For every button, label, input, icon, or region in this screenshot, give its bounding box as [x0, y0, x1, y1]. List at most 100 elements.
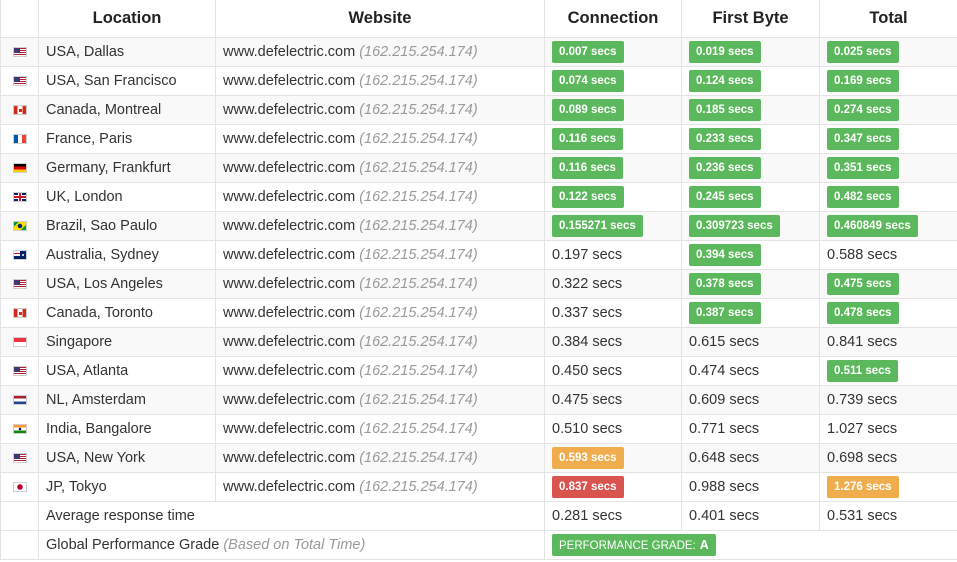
green-time-badge: 0.309723 secs [689, 215, 780, 237]
total-cell: 0.698 secs [819, 443, 957, 473]
website-ip: (162.215.254.174) [359, 305, 478, 321]
flag-fr-icon [12, 134, 27, 145]
location-cell: USA, Atlanta [38, 356, 216, 386]
grade-badge-cell: PERFORMANCE GRADE: A [544, 530, 957, 560]
time-value: 0.698 secs [827, 450, 898, 466]
total-cell: 0.351 secs [819, 153, 957, 183]
first-byte-cell: 0.124 secs [681, 66, 820, 96]
website-ip: (162.215.254.174) [359, 276, 478, 292]
website-host: www.defelectric.com [223, 73, 356, 89]
website-ip: (162.215.254.174) [359, 363, 478, 379]
time-value: 0.197 secs [552, 247, 623, 263]
website-ip: (162.215.254.174) [359, 392, 478, 408]
time-value: 1.027 secs [827, 421, 898, 437]
time-value: 0.841 secs [827, 334, 898, 350]
website-host: www.defelectric.com [223, 102, 356, 118]
flag-sg-icon [12, 337, 27, 348]
website-host: www.defelectric.com [223, 334, 356, 350]
website-ip: (162.215.254.174) [359, 450, 478, 466]
website-cell: www.defelectric.com (162.215.254.174) [215, 124, 545, 154]
website-host: www.defelectric.com [223, 44, 356, 60]
green-time-badge: 0.387 secs [689, 302, 761, 324]
time-value: 0.474 secs [689, 363, 760, 379]
red-time-badge: 0.837 secs [552, 476, 624, 498]
website-host: www.defelectric.com [223, 392, 356, 408]
website-ip: (162.215.254.174) [359, 218, 478, 234]
table-row: UK, London www.defelectric.com (162.215.2… [0, 182, 957, 212]
green-time-badge: 0.185 secs [689, 99, 761, 121]
grade-note: (Based on Total Time) [223, 537, 366, 553]
time-value: 0.384 secs [552, 334, 623, 350]
flag-us-icon [12, 47, 27, 58]
total-cell: 0.841 secs [819, 327, 957, 357]
green-time-badge: 0.475 secs [827, 273, 899, 295]
table-row: USA, Los Angeles www.defelectric.com (162… [0, 269, 957, 299]
green-time-badge: 0.233 secs [689, 128, 761, 150]
website-cell: www.defelectric.com (162.215.254.174) [215, 37, 545, 67]
website-cell: www.defelectric.com (162.215.254.174) [215, 472, 545, 502]
location-cell: NL, Amsterdam [38, 385, 216, 415]
first-byte-cell: 0.185 secs [681, 95, 820, 125]
first-byte-cell: 0.233 secs [681, 124, 820, 154]
website-ip: (162.215.254.174) [359, 44, 478, 60]
first-byte-cell: 0.988 secs [681, 472, 820, 502]
location-cell: USA, San Francisco [38, 66, 216, 96]
connection-cell: 0.122 secs [544, 182, 682, 212]
green-time-badge: 0.169 secs [827, 70, 899, 92]
first-byte-cell: 0.474 secs [681, 356, 820, 386]
location-cell: Canada, Toronto [38, 298, 216, 328]
header-connection[interactable]: Connection [544, 0, 682, 38]
connection-cell: 0.116 secs [544, 153, 682, 183]
website-cell: www.defelectric.com (162.215.254.174) [215, 327, 545, 357]
green-time-badge: 0.460849 secs [827, 215, 918, 237]
time-value: 0.588 secs [827, 247, 898, 263]
table-row: USA, Atlanta www.defelectric.com (162.215… [0, 356, 957, 386]
first-byte-cell: 0.615 secs [681, 327, 820, 357]
table-row: Canada, Toronto www.defelectric.com (162.… [0, 298, 957, 328]
header-location[interactable]: Location [38, 0, 216, 38]
total-cell: 1.276 secs [819, 472, 957, 502]
average-first-byte: 0.401 secs [681, 501, 820, 531]
header-total[interactable]: Total [819, 0, 957, 38]
location-cell: Canada, Montreal [38, 95, 216, 125]
time-value: 0.322 secs [552, 276, 623, 292]
header-website[interactable]: Website [215, 0, 545, 38]
first-byte-cell: 0.245 secs [681, 182, 820, 212]
website-cell: www.defelectric.com (162.215.254.174) [215, 385, 545, 415]
response-time-table: Location Website Connection First Byte T… [0, 0, 957, 560]
table-row: Canada, Montreal www.defelectric.com (162… [0, 95, 957, 125]
total-cell: 0.460849 secs [819, 211, 957, 241]
green-time-badge: 0.347 secs [827, 128, 899, 150]
total-cell: 0.739 secs [819, 385, 957, 415]
green-time-badge: 0.116 secs [552, 157, 623, 179]
connection-cell: 0.384 secs [544, 327, 682, 357]
connection-cell: 0.089 secs [544, 95, 682, 125]
website-ip: (162.215.254.174) [359, 189, 478, 205]
location-cell: UK, London [38, 182, 216, 212]
table-row: USA, New York www.defelectric.com (162.21… [0, 443, 957, 473]
table-row: Australia, Sydney www.defelectric.com (16… [0, 240, 957, 270]
location-cell: Australia, Sydney [38, 240, 216, 270]
green-time-badge: 0.351 secs [827, 157, 899, 179]
green-time-badge: 0.478 secs [827, 302, 899, 324]
connection-cell: 0.116 secs [544, 124, 682, 154]
total-cell: 0.025 secs [819, 37, 957, 67]
header-first-byte[interactable]: First Byte [681, 0, 820, 38]
table-row: Germany, Frankfurt www.defelectric.com (1… [0, 153, 957, 183]
website-cell: www.defelectric.com (162.215.254.174) [215, 95, 545, 125]
flag-us-icon [12, 76, 27, 87]
time-value: 0.615 secs [689, 334, 760, 350]
green-time-badge: 0.122 secs [552, 186, 624, 208]
time-value: 0.739 secs [827, 392, 898, 408]
website-ip: (162.215.254.174) [359, 247, 478, 263]
total-cell: 0.588 secs [819, 240, 957, 270]
green-time-badge: 0.007 secs [552, 41, 624, 63]
website-host: www.defelectric.com [223, 189, 356, 205]
time-value: 0.450 secs [552, 363, 623, 379]
connection-cell: 0.593 secs [544, 443, 682, 473]
green-time-badge: 0.019 secs [689, 41, 761, 63]
first-byte-cell: 0.309723 secs [681, 211, 820, 241]
table-row: USA, San Francisco www.defelectric.com (1… [0, 66, 957, 96]
total-cell: 0.475 secs [819, 269, 957, 299]
flag-us-icon [12, 279, 27, 290]
